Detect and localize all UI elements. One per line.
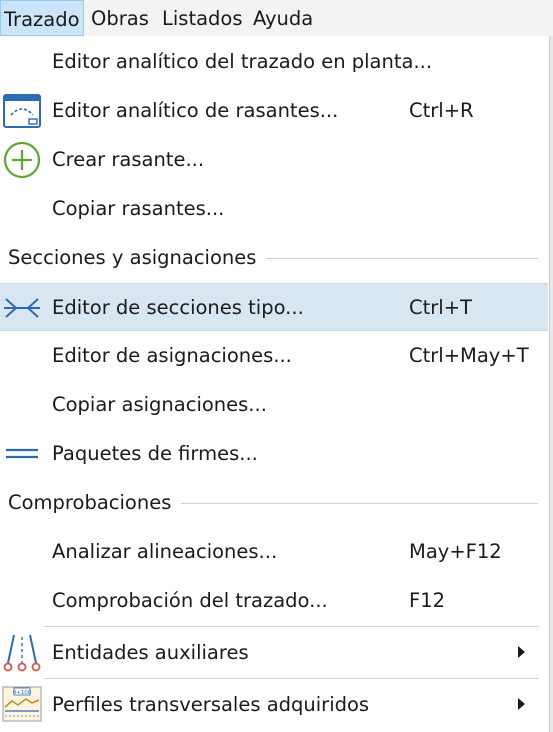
menu-item-copy-profiles[interactable]: Copiar rasantes...	[0, 185, 548, 233]
menu-item-label: Editor de asignaciones...	[52, 344, 292, 367]
menu-separator	[44, 626, 539, 627]
menu-item-label: Copiar asignaciones...	[52, 393, 267, 416]
section-title: Secciones y asignaciones	[8, 234, 267, 282]
menu-item-label: Editor analítico del trazado en planta..…	[52, 50, 433, 73]
trazado-dropdown-menu: Editor analítico del trazado en planta..…	[0, 36, 550, 732]
menu-item-profile-editor[interactable]: Editor analítico de rasantes... Ctrl+R	[0, 87, 548, 135]
menu-listados-label: Listados	[162, 7, 243, 30]
menu-item-shortcut: Ctrl+May+T	[409, 344, 529, 367]
svg-text:0+100: 0+100	[13, 690, 32, 696]
menu-item-label: Analizar alineaciones...	[52, 540, 278, 563]
menu-obras-label: Obras	[91, 7, 149, 30]
menu-item-shortcut: F12	[409, 589, 446, 612]
acquired-profiles-icon: 0+100	[2, 685, 42, 725]
menu-item-label: Copiar rasantes...	[52, 197, 225, 220]
menu-bar: Trazado Obras Listados Ayuda	[0, 0, 553, 36]
menu-ayuda[interactable]: Ayuda	[250, 0, 316, 36]
menu-item-label: Editor analítico de rasantes...	[52, 99, 339, 122]
add-circle-icon	[2, 140, 42, 180]
menu-item-label: Editor de secciones tipo...	[52, 296, 304, 319]
menu-item-label: Comprobación del trazado...	[52, 589, 328, 612]
cross-section-icon	[2, 288, 42, 328]
menu-item-label: Paquetes de firmes...	[52, 442, 258, 465]
section-header-sections: Secciones y asignaciones	[0, 234, 548, 282]
menu-trazado-label: Trazado	[4, 8, 80, 31]
menu-separator	[44, 678, 539, 679]
submenu-arrow-icon	[518, 698, 525, 710]
menu-obras[interactable]: Obras	[88, 0, 152, 36]
section-title: Comprobaciones	[8, 479, 182, 527]
menu-item-label: Entidades auxiliares	[52, 641, 249, 664]
pavement-layers-icon	[2, 434, 42, 474]
menu-item-analyze-alignments[interactable]: Analizar alineaciones... May+F12	[0, 528, 548, 576]
auxiliary-entities-icon	[2, 633, 42, 673]
menu-item-shortcut: Ctrl+R	[409, 99, 474, 122]
menu-trazado[interactable]: Trazado	[0, 0, 84, 36]
menu-item-assignment-editor[interactable]: Editor de asignaciones... Ctrl+May+T	[0, 332, 548, 380]
menu-item-pavement-packages[interactable]: Paquetes de firmes...	[0, 430, 548, 478]
profile-editor-icon	[2, 91, 42, 131]
section-divider	[248, 258, 538, 259]
menu-item-check-route[interactable]: Comprobación del trazado... F12	[0, 577, 548, 625]
submenu-arrow-icon	[518, 646, 525, 658]
menu-item-shortcut: May+F12	[409, 540, 502, 563]
menu-item-acquired-profiles[interactable]: 0+100 Perfiles transversales adquiridos	[0, 681, 548, 729]
section-divider	[172, 503, 538, 504]
menu-item-create-profile[interactable]: Crear rasante...	[0, 136, 548, 184]
menu-item-copy-assignments[interactable]: Copiar asignaciones...	[0, 381, 548, 429]
menu-ayuda-label: Ayuda	[253, 7, 314, 30]
menu-item-label: Crear rasante...	[52, 148, 205, 171]
menu-item-shortcut: Ctrl+T	[409, 296, 472, 319]
menu-item-label: Perfiles transversales adquiridos	[52, 693, 370, 716]
menu-listados[interactable]: Listados	[159, 0, 246, 36]
menu-item-section-editor[interactable]: Editor de secciones tipo... Ctrl+T	[0, 283, 548, 331]
menu-item-auxiliary-entities[interactable]: Entidades auxiliares	[0, 629, 548, 677]
section-header-checks: Comprobaciones	[0, 479, 548, 527]
menu-item-plan-editor[interactable]: Editor analítico del trazado en planta..…	[0, 38, 548, 86]
